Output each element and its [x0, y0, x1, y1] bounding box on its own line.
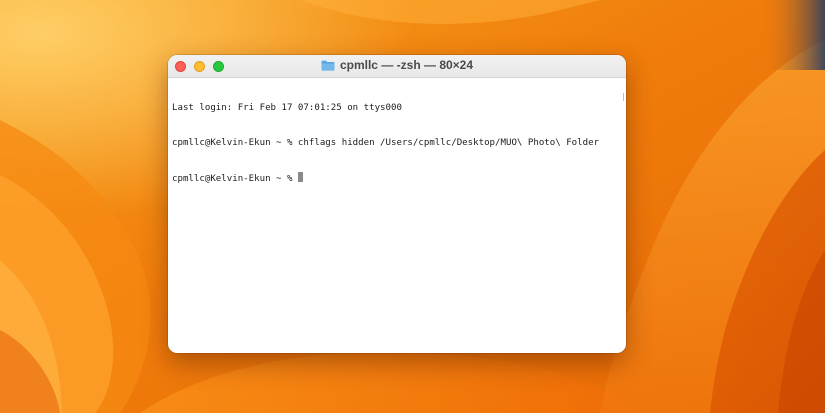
terminal-output[interactable]: Last login: Fri Feb 17 07:01:25 on ttys0… [172, 80, 618, 207]
window-title-group: cpmllc — -zsh — 80×24 [168, 58, 626, 72]
terminal-window[interactable]: cpmllc — -zsh — 80×24 Last login: Fri Fe… [168, 55, 626, 353]
text-cursor [297, 172, 304, 182]
folder-icon [321, 60, 335, 71]
window-titlebar[interactable]: cpmllc — -zsh — 80×24 [168, 55, 626, 78]
scroll-indicator [623, 93, 624, 101]
terminal-line-login: Last login: Fri Feb 17 07:01:25 on ttys0… [172, 103, 402, 113]
terminal-line-command: cpmllc@Kelvin-Ekun ~ % chflags hidden /U… [172, 137, 600, 148]
window-title: cpmllc — -zsh — 80×24 [339, 58, 474, 72]
terminal-prompt: cpmllc@Kelvin-Ekun ~ % [172, 174, 298, 184]
terminal-prompt-line[interactable]: cpmllc@Kelvin-Ekun ~ % [172, 172, 618, 184]
